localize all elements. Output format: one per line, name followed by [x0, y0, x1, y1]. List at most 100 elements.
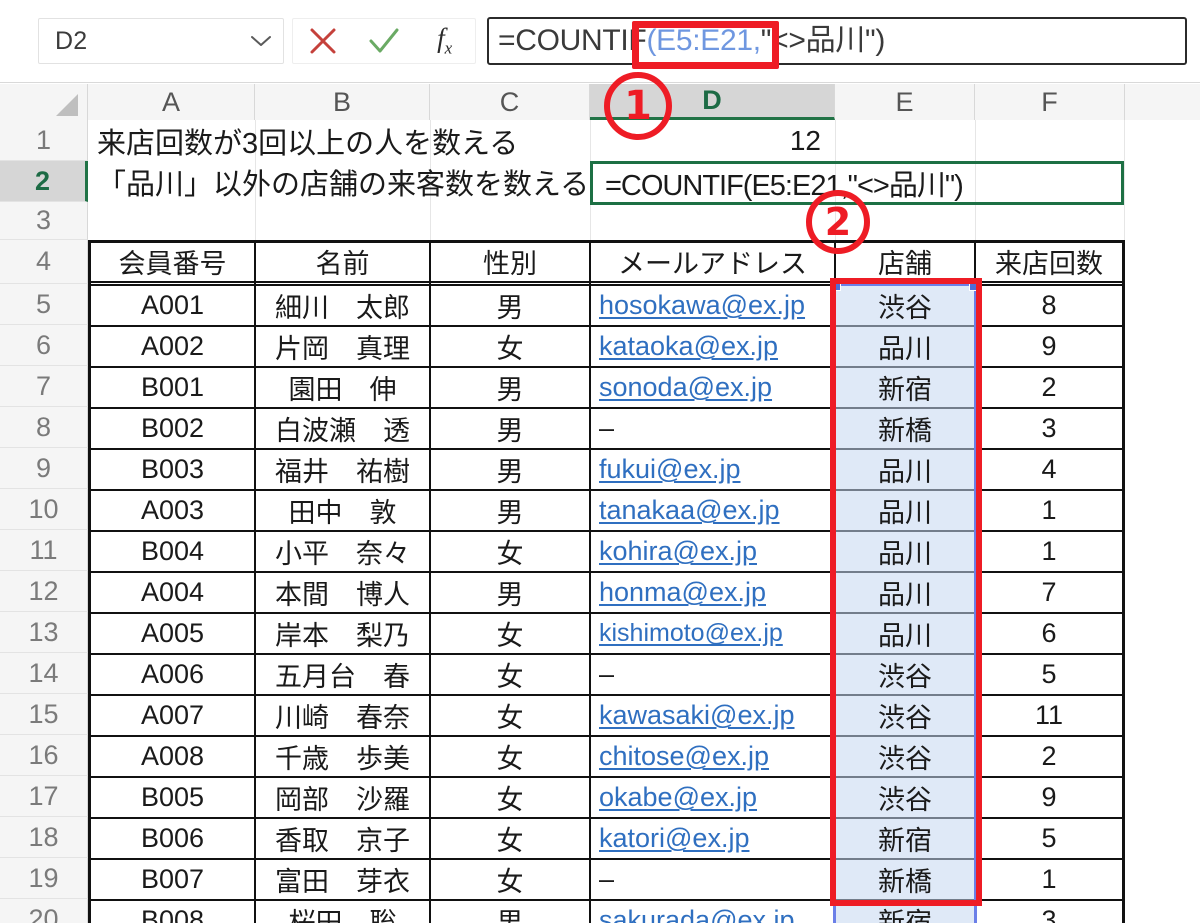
cell-member-id[interactable]: B002 — [91, 409, 254, 448]
column-header-e[interactable]: E — [835, 84, 975, 120]
column-header-g[interactable] — [1125, 84, 1200, 120]
row-header-12[interactable]: 12 — [0, 571, 88, 612]
cell-visits[interactable]: 2 — [976, 368, 1122, 407]
cell-gender[interactable]: 男 — [431, 491, 589, 530]
row-header-15[interactable]: 15 — [0, 694, 88, 735]
row-header-11[interactable]: 11 — [0, 530, 88, 571]
cell-email[interactable]: – — [591, 655, 834, 694]
row-header-13[interactable]: 13 — [0, 612, 88, 653]
cell-gender[interactable]: 男 — [431, 901, 589, 923]
cell-member-id[interactable]: A001 — [91, 286, 254, 325]
cell-name[interactable]: 千歳 歩美 — [256, 737, 429, 776]
cell-visits[interactable]: 5 — [976, 819, 1122, 858]
cell-visits[interactable]: 2 — [976, 737, 1122, 776]
cell-gender[interactable]: 男 — [431, 450, 589, 489]
cell-email[interactable]: fukui@ex.jp — [591, 450, 834, 489]
row-header-5[interactable]: 5 — [0, 284, 88, 325]
cell-email[interactable]: katori@ex.jp — [591, 819, 834, 858]
name-box[interactable]: D2 — [38, 18, 284, 64]
cell-email[interactable]: okabe@ex.jp — [591, 778, 834, 817]
cell-visits[interactable]: 5 — [976, 655, 1122, 694]
cell-gender[interactable]: 女 — [431, 327, 589, 366]
cell-name[interactable]: 白波瀬 透 — [256, 409, 429, 448]
cell-email[interactable]: kataoka@ex.jp — [591, 327, 834, 366]
cell-gender[interactable]: 男 — [431, 368, 589, 407]
column-header-f[interactable]: F — [975, 84, 1125, 120]
cell-member-id[interactable]: A002 — [91, 327, 254, 366]
cell-visits[interactable]: 1 — [976, 860, 1122, 899]
row-header-17[interactable]: 17 — [0, 776, 88, 817]
cell-email[interactable]: kohira@ex.jp — [591, 532, 834, 571]
cell-name[interactable]: 福井 祐樹 — [256, 450, 429, 489]
cell-gender[interactable]: 女 — [431, 819, 589, 858]
cell-email[interactable]: sonoda@ex.jp — [591, 368, 834, 407]
cell-visits[interactable]: 1 — [976, 491, 1122, 530]
column-header-a[interactable]: A — [88, 84, 255, 120]
cell-name[interactable]: 富田 芽衣 — [256, 860, 429, 899]
row-header-8[interactable]: 8 — [0, 407, 88, 448]
cell-visits[interactable]: 3 — [976, 901, 1122, 923]
confirm-check-icon[interactable] — [358, 19, 410, 63]
cell-member-id[interactable]: A006 — [91, 655, 254, 694]
cell-visits[interactable]: 9 — [976, 778, 1122, 817]
row-header-16[interactable]: 16 — [0, 735, 88, 776]
cell-gender[interactable]: 男 — [431, 286, 589, 325]
row-header-19[interactable]: 19 — [0, 858, 88, 899]
cell-name[interactable]: 本間 博人 — [256, 573, 429, 612]
cell-name[interactable]: 桜田 聡 — [256, 901, 429, 923]
cell-name[interactable]: 五月台 春 — [256, 655, 429, 694]
cell-gender[interactable]: 女 — [431, 696, 589, 735]
cell-member-id[interactable]: B007 — [91, 860, 254, 899]
cell-visits[interactable]: 11 — [976, 696, 1122, 735]
cell-member-id[interactable]: B004 — [91, 532, 254, 571]
cell-gender[interactable]: 女 — [431, 614, 589, 653]
cell-email[interactable]: kawasaki@ex.jp — [591, 696, 834, 735]
row-header-7[interactable]: 7 — [0, 366, 88, 407]
cell-member-id[interactable]: B001 — [91, 368, 254, 407]
cell-name[interactable]: 岡部 沙羅 — [256, 778, 429, 817]
cancel-x-icon[interactable] — [297, 19, 349, 63]
row-header-3[interactable]: 3 — [0, 202, 88, 240]
cell-name[interactable]: 川崎 春奈 — [256, 696, 429, 735]
cell-email[interactable]: – — [591, 860, 834, 899]
cell-member-id[interactable]: B008 — [91, 901, 254, 923]
formula-input[interactable]: =COUNTIF(E5:E21,"<>品川") — [487, 17, 1187, 65]
cell-member-id[interactable]: B006 — [91, 819, 254, 858]
cell-gender[interactable]: 女 — [431, 737, 589, 776]
table-header-cell[interactable]: 性別 — [431, 241, 589, 281]
cell-member-id[interactable]: B003 — [91, 450, 254, 489]
cell-gender[interactable]: 女 — [431, 532, 589, 571]
column-header-b[interactable]: B — [255, 84, 430, 120]
cell-visits[interactable]: 8 — [976, 286, 1122, 325]
cell-email[interactable]: tanakaa@ex.jp — [591, 491, 834, 530]
table-header-cell[interactable]: 来店回数 — [976, 241, 1122, 281]
cell-gender[interactable]: 女 — [431, 860, 589, 899]
row-header-20[interactable]: 20 — [0, 899, 88, 923]
table-header-cell[interactable]: メールアドレス — [591, 241, 834, 281]
cell-email[interactable]: chitose@ex.jp — [591, 737, 834, 776]
row-header-9[interactable]: 9 — [0, 448, 88, 489]
row-header-1[interactable]: 1 — [0, 120, 88, 161]
cell-visits[interactable]: 7 — [976, 573, 1122, 612]
cell-name[interactable]: 片岡 真理 — [256, 327, 429, 366]
cell-visits[interactable]: 4 — [976, 450, 1122, 489]
cell-member-id[interactable]: A007 — [91, 696, 254, 735]
cell-visits[interactable]: 9 — [976, 327, 1122, 366]
cell-email[interactable]: – — [591, 409, 834, 448]
cell-name[interactable]: 細川 太郎 — [256, 286, 429, 325]
fx-icon[interactable]: fx — [419, 19, 471, 63]
cell-a1-note[interactable]: 来店回数が3回以上の人を数える — [89, 120, 589, 161]
cell-name[interactable]: 田中 敦 — [256, 491, 429, 530]
cell-name[interactable]: 小平 奈々 — [256, 532, 429, 571]
cell-name[interactable]: 香取 京子 — [256, 819, 429, 858]
chevron-down-icon[interactable] — [239, 34, 283, 48]
row-header-14[interactable]: 14 — [0, 653, 88, 694]
row-header-6[interactable]: 6 — [0, 325, 88, 366]
cell-name[interactable]: 園田 伸 — [256, 368, 429, 407]
cell-gender[interactable]: 女 — [431, 655, 589, 694]
cell-visits[interactable]: 1 — [976, 532, 1122, 571]
cell-member-id[interactable]: A005 — [91, 614, 254, 653]
cell-member-id[interactable]: A004 — [91, 573, 254, 612]
row-header-10[interactable]: 10 — [0, 489, 88, 530]
table-header-cell[interactable]: 名前 — [256, 241, 429, 281]
